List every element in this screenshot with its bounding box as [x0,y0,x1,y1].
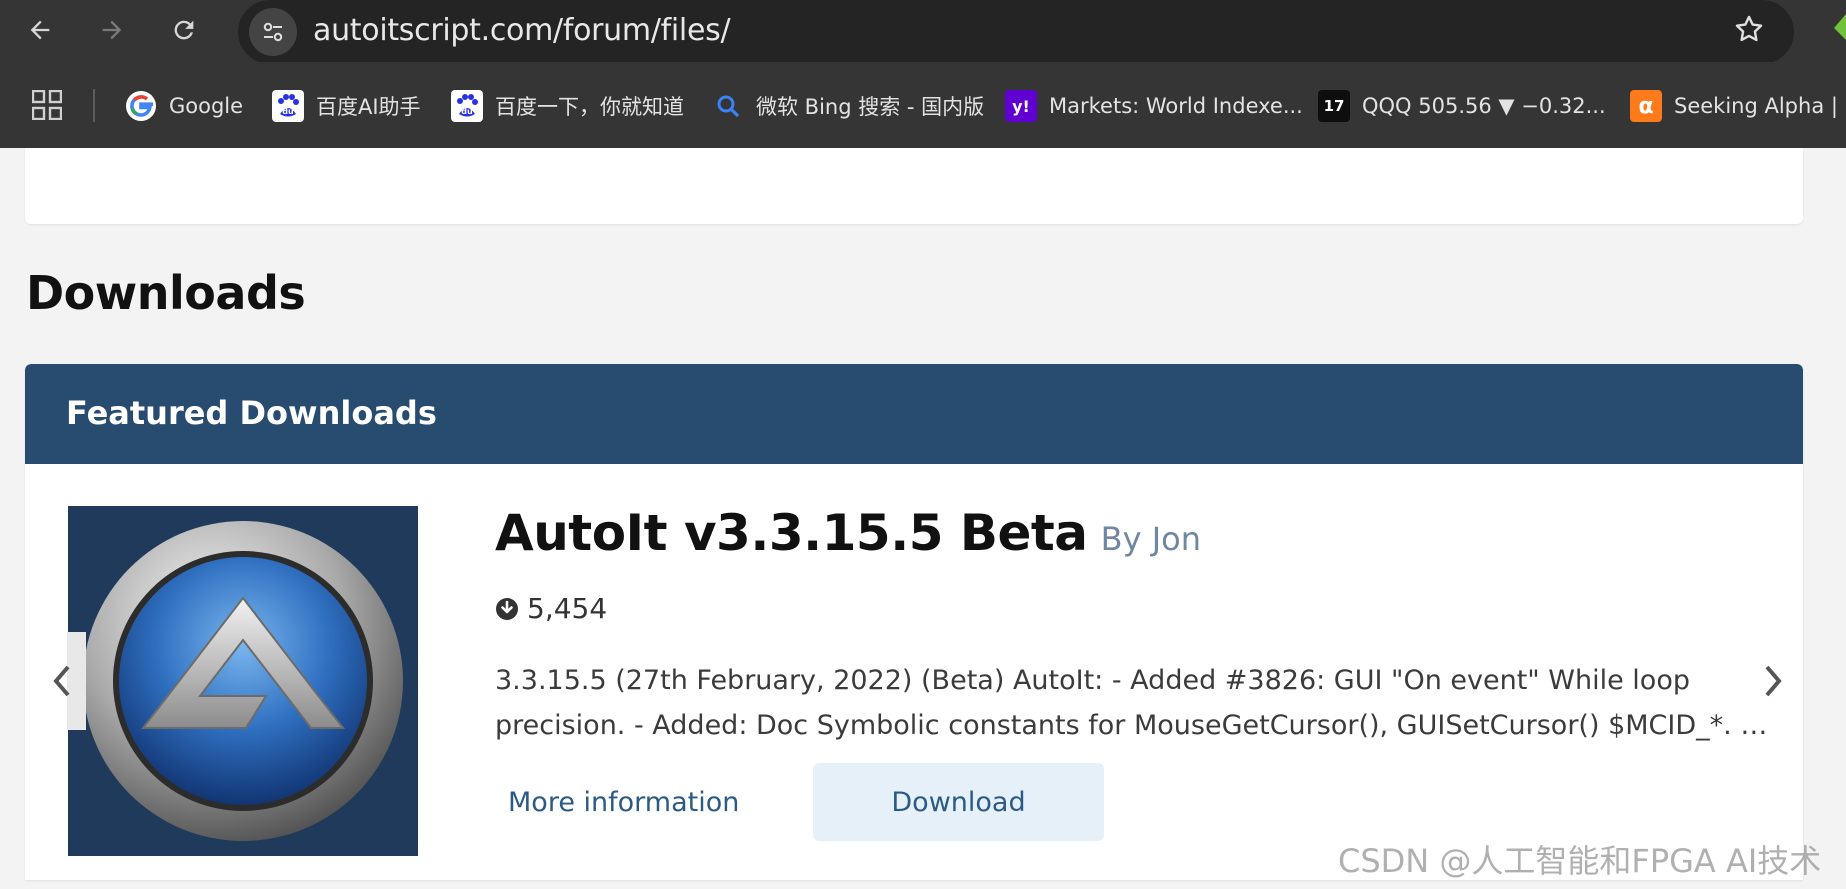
url-text[interactable]: autoitscript.com/forum/files/ [313,13,731,48]
bookmark-seeking-alpha[interactable]: α Seeking Alpha | St [1630,86,1846,126]
baidu-icon: du [272,90,304,122]
forward-button[interactable] [88,6,136,54]
more-information-link[interactable]: More information [508,787,739,818]
star-icon [1735,15,1763,42]
bookmark-label: Markets: World Indexe... [1049,94,1303,118]
baidu-icon: du [451,90,483,122]
back-button[interactable] [16,6,64,54]
bookmarks-bar: Google du 百度AI助手 du 百度一下，你就知道 微软 Bing 搜索… [0,62,1846,148]
csdn-watermark: CSDN @人工智能和FPGA AI技术 [1338,842,1822,880]
file-description: 3.3.15.5 (27th February, 2022) (Beta) Au… [495,658,1775,748]
carousel-prev-button[interactable] [38,631,86,731]
back-arrow-icon [30,20,50,40]
svg-text:du: du [282,107,294,116]
chevron-left-icon [53,665,70,697]
seeking-alpha-icon: α [1630,90,1662,122]
bookmark-label: Seeking Alpha | St [1674,94,1846,118]
previous-section-card [25,148,1803,224]
svg-text:du: du [461,107,473,116]
author-link[interactable]: By Jon [1101,520,1201,558]
bookmark-star-button[interactable] [1732,12,1766,51]
page-title: Downloads [26,266,306,320]
bookmark-separator [93,89,95,122]
download-count: 5,454 [495,592,607,625]
bookmark-qqq[interactable]: 17 QQQ 505.56 ▼ −0.32... [1318,86,1606,126]
featured-title: Featured Downloads [66,394,437,432]
file-title: AutoIt v3.3.15.5 Beta By Jon [495,504,1201,562]
site-info-button[interactable] [249,8,297,56]
bookmark-label: 微软 Bing 搜索 - 国内版 [756,95,985,119]
bookmark-yahoo-markets[interactable]: y! Markets: World Indexe... [1005,86,1303,126]
tradingview-icon: 17 [1318,90,1350,122]
browser-toolbar: autoitscript.com/forum/files/ [0,0,1846,64]
bookmark-bing[interactable]: 微软 Bing 搜索 - 国内版 [712,86,984,126]
carousel-next-button[interactable] [1750,631,1796,731]
file-name-link[interactable]: AutoIt v3.3.15.5 Beta [495,504,1088,562]
extension-icon[interactable] [1830,10,1846,50]
google-icon [125,90,157,122]
bing-search-icon [712,90,744,122]
featured-header: Featured Downloads [25,364,1803,464]
apps-grid-icon[interactable] [32,90,62,120]
reload-icon [174,20,194,40]
chevron-right-icon [1765,665,1782,697]
bookmark-baidu[interactable]: du 百度一下，你就知道 [451,86,684,126]
bookmark-label: Google [169,94,244,118]
forward-arrow-icon [102,20,122,40]
autoit-logo-icon [68,506,418,856]
description-line: 3.3.15.5 (27th February, 2022) (Beta) Au… [495,665,1690,696]
address-bar[interactable]: autoitscript.com/forum/files/ [238,0,1794,64]
bookmark-google[interactable]: Google [125,86,243,126]
bookmark-label: 百度AI助手 [316,95,421,119]
bookmark-label: QQQ 505.56 ▼ −0.32... [1362,94,1606,118]
file-thumbnail[interactable] [68,506,418,856]
download-button[interactable]: Download [813,763,1104,841]
description-line: precision. - Added: Doc Symbolic constan… [495,710,1775,741]
reload-button[interactable] [160,6,208,54]
yahoo-icon: y! [1005,90,1037,122]
download-count-value: 5,454 [527,592,608,625]
tune-icon [263,22,283,42]
download-circle-icon [496,597,518,620]
bookmark-baidu-ai[interactable]: du 百度AI助手 [272,86,421,126]
bookmark-label: 百度一下，你就知道 [495,95,684,119]
